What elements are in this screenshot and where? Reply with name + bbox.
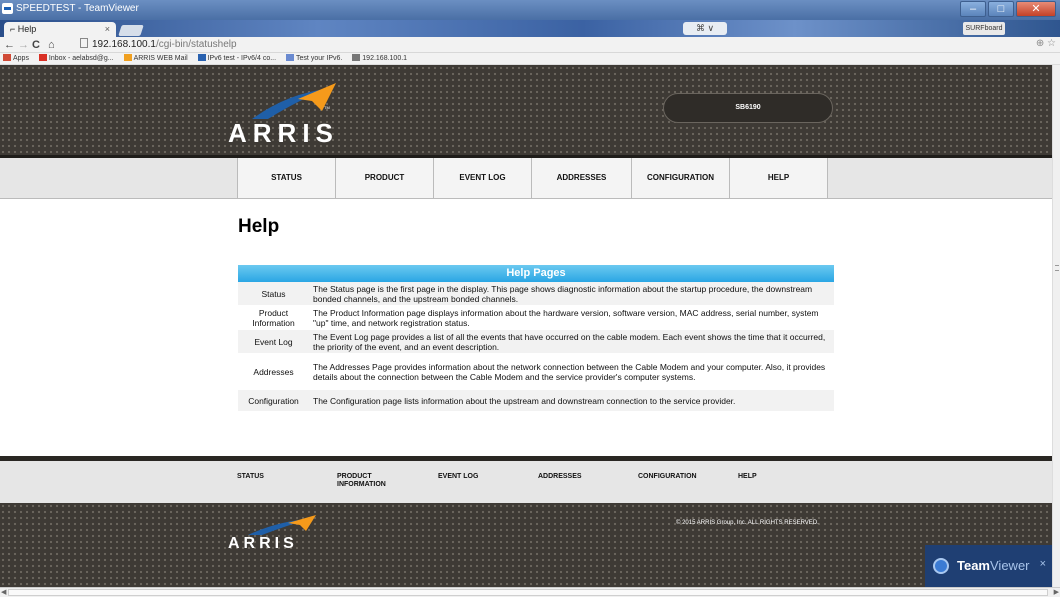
tab-help[interactable]: ⌐ Help × [4,22,116,37]
footer-nav-help[interactable]: HELP [738,473,757,481]
help-row-desc: The Product Information page displays in… [313,307,819,328]
maximize-icon[interactable]: □ [988,1,1014,17]
help-row-product-information: Product Information The Product Informat… [238,306,834,330]
gmail-icon [38,54,47,61]
nav-event-log[interactable]: EVENT LOG [434,158,532,198]
help-row-name: Addresses [253,366,294,377]
nav-status[interactable]: STATUS [238,158,336,198]
teamviewer-close-icon[interactable]: × [1040,558,1046,570]
teamviewer-popup[interactable]: TeamViewer × [925,545,1052,587]
copyright-text: © 2015 ARRIS Group, Inc. ALL RIGHTS RESE… [676,520,819,526]
nav-product-information[interactable]: PRODUCT INFORMATION [336,158,434,222]
screen-root: SPEEDTEST - TeamViewer – □ ✕ ⌐ Help × ⌘ … [0,0,1060,597]
footer-nav-product-information[interactable]: PRODUCT INFORMATION [337,473,386,489]
teamviewer-brand-bold: Team [957,558,990,573]
address-bar: ← → C ⌂ 192.168.100.1/cgi-bin/statushelp… [0,37,1060,53]
web-page: TM ARRIS SB6190 STATUS PRODUCT INFORMATI… [0,65,1060,587]
new-tab-button[interactable] [118,25,144,36]
teamviewer-brand-light: Viewer [990,558,1030,573]
scroll-grip-icon [1055,265,1059,271]
home-icon[interactable]: ⌂ [48,38,55,52]
help-row-name: Event Log [254,336,293,347]
help-row-desc: The Configuration page lists information… [313,395,736,406]
footer-nav-event-log[interactable]: EVENT LOG [438,473,478,481]
bookmark-ipv6-test[interactable]: IPv6 test - IPv6/4 co... [197,53,276,64]
logo-text: ARRIS [228,118,339,148]
footer-nav: STATUS PRODUCT INFORMATION EVENT LOG ADD… [0,456,1052,503]
tab-close-icon[interactable]: × [105,22,110,36]
bookmark-modem[interactable]: 192.168.100.1 [352,53,407,64]
minimize-icon[interactable]: – [960,1,986,17]
nav-help[interactable]: HELP [730,158,828,198]
help-row-desc: The Status page is the first page in the… [313,283,813,304]
vertical-scrollbar[interactable] [1052,65,1060,587]
footer-nav-configuration[interactable]: CONFIGURATION [638,473,697,481]
url-input[interactable]: 192.168.100.1/cgi-bin/statushelp [80,38,1040,52]
nav-configuration[interactable]: CONFIGURATION [632,158,730,198]
back-icon[interactable]: ← [4,38,15,52]
footer-nav-product-line1: PRODUCT [337,473,372,480]
footer-nav-product-line2: INFORMATION [337,481,386,488]
svg-text:TM: TM [324,105,330,110]
nav-items: STATUS PRODUCT INFORMATION EVENT LOG ADD… [237,158,828,222]
ipv6-icon [197,54,206,61]
url-path: /cgi-bin/statushelp [155,39,237,50]
window-title-bar: SPEEDTEST - TeamViewer – □ ✕ [0,0,1060,20]
tab-strip: ⌐ Help × ⌘ ∨ SURFboard [0,20,1060,37]
footer-nav-addresses[interactable]: ADDRESSES [538,473,582,481]
bookmark-inbox[interactable]: Inbox - aelabsd@g... [38,53,114,64]
help-row-configuration: Configuration The Configuration page lis… [238,390,834,412]
window-title: SPEEDTEST - TeamViewer [16,3,139,14]
bookmark-webmail[interactable]: ARRIS WEB Mail [123,53,188,64]
apps-icon [3,54,11,61]
help-table: Help Pages Status The Status page is the… [238,265,834,412]
window-controls: – □ ✕ [960,1,1056,17]
help-table-title: Help Pages [238,265,834,282]
page-title: Help [238,216,280,237]
tab-favicon-icon: ⌐ [10,24,18,34]
scroll-left-icon[interactable]: ◀ [1,588,6,596]
surfboard-button[interactable]: SURFboard [963,22,1005,35]
help-row-desc: The Addresses Page provides information … [313,361,826,382]
teamviewer-logo-icon [933,558,949,574]
arris-logo: TM ARRIS [228,79,338,149]
page-footer: ARRIS © 2015 ARRIS Group, Inc. ALL RIGHT… [0,503,1052,587]
tab-strip-controls[interactable]: ⌘ ∨ [683,22,727,35]
footer-nav-status[interactable]: STATUS [237,473,264,481]
help-row-status: Status The Status page is the first page… [238,282,834,306]
scroll-right-icon[interactable]: ▶ [1054,588,1059,596]
help-row-name: Status [261,288,286,299]
reload-icon[interactable]: C [32,38,40,52]
horizontal-scrollbar[interactable]: ◀ ▶ [0,587,1060,597]
close-icon[interactable]: ✕ [1016,1,1056,17]
bookmark-test-ipv6[interactable]: Test your IPv6. [286,53,342,64]
main-nav: STATUS PRODUCT INFORMATION EVENT LOG ADD… [0,155,1052,222]
link-icon [352,54,361,61]
help-row-name: Configuration [248,395,299,406]
help-row-name: Product Information [252,307,295,328]
teamviewer-icon [2,3,13,14]
footer-logo-text: ARRIS [228,535,298,552]
main-content: Help Help Pages Status The Status page i… [0,199,1052,456]
bookmark-apps[interactable]: Apps [3,53,29,64]
horizontal-scroll-thumb[interactable] [8,589,1048,596]
page-header: TM ARRIS SB6190 [0,65,1052,155]
mail-icon [123,54,132,61]
help-row-desc: The Event Log page provides a list of al… [313,331,826,352]
footer-logo-swoosh-icon [248,515,316,535]
teamviewer-brand: TeamViewer [957,558,1030,573]
tab-label: Help [17,24,37,34]
model-badge: SB6190 [663,93,833,123]
test-icon [286,54,295,61]
help-row-addresses: Addresses The Addresses Page provides in… [238,354,834,390]
bookmarks-bar: Apps Inbox - aelabsd@g... ARRIS WEB Mail… [0,53,1060,65]
nav-addresses[interactable]: ADDRESSES [532,158,632,198]
zoom-star-icons[interactable]: ⊕ ☆ [1036,38,1056,49]
url-host: 192.168.100.1 [92,39,156,50]
help-row-event-log: Event Log The Event Log page provides a … [238,330,834,354]
forward-icon[interactable]: → [18,38,29,52]
page-icon [80,38,88,48]
footer-arris-logo: ARRIS [228,513,328,553]
